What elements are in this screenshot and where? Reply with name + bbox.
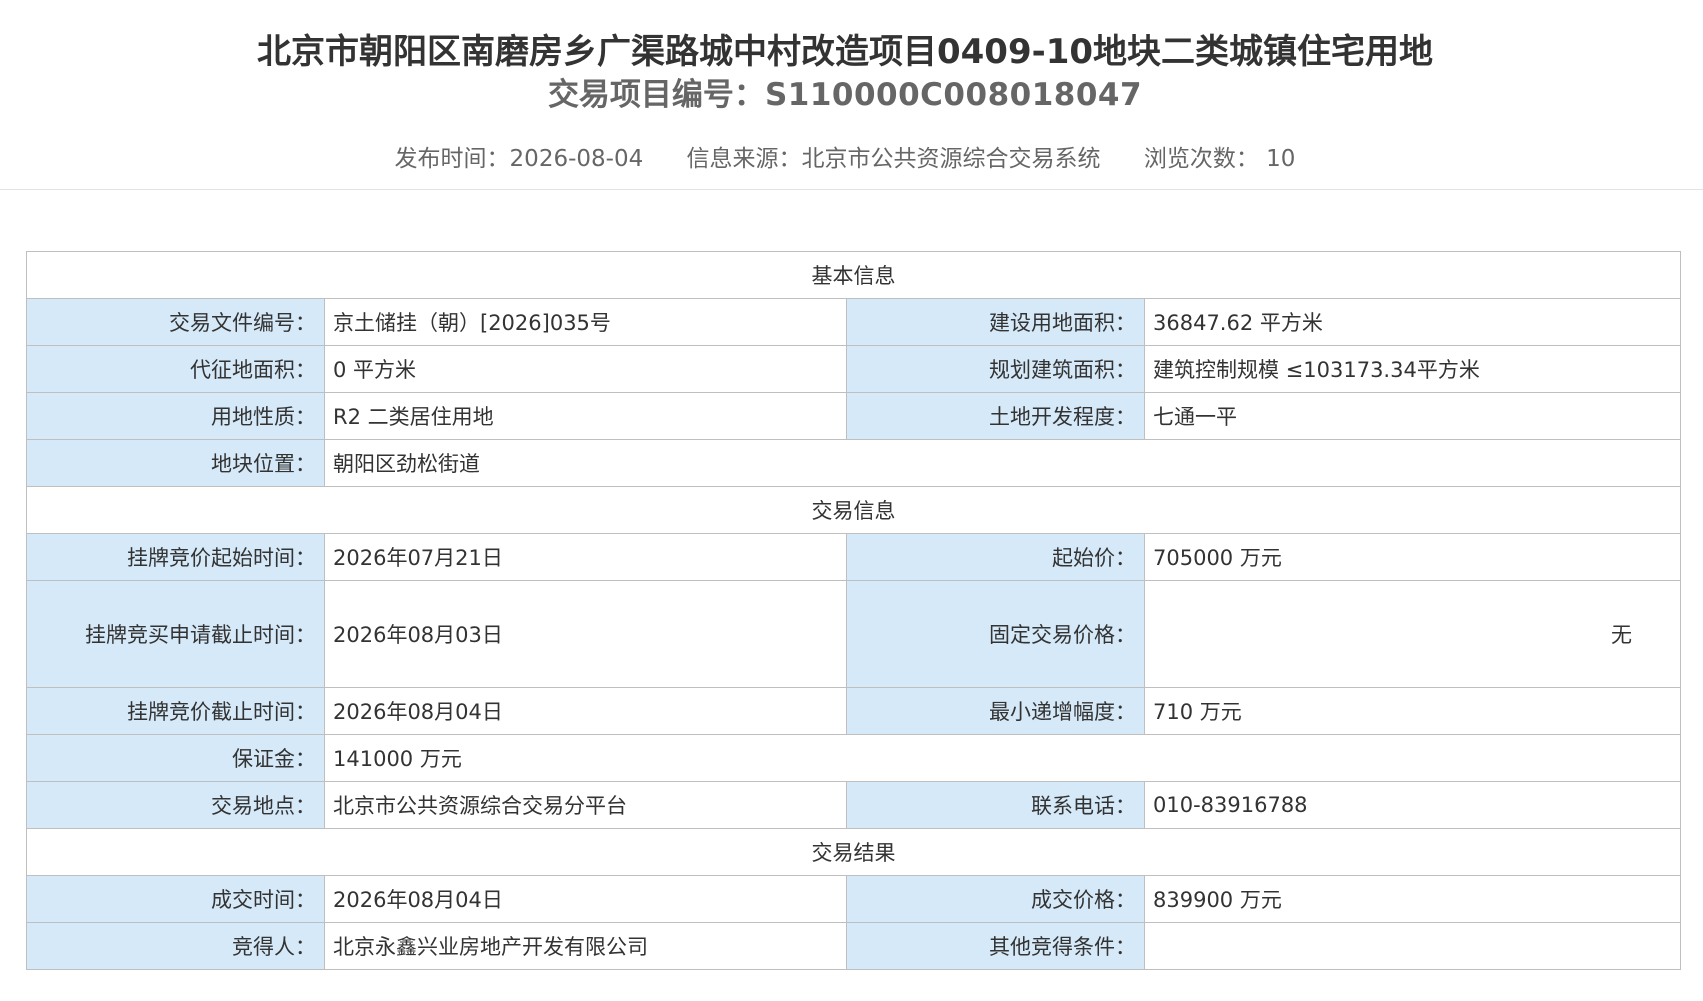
views-count: 10 [1266,146,1296,172]
section-row-result: 交易结果 [26,828,1681,876]
plan-area-label: 规划建筑面积： [846,345,1145,393]
table-row: 保证金： 141000 万元 [26,734,1681,782]
bid-start-value: 2026年07月21日 [324,533,847,581]
bid-start-label: 挂牌竞价起始时间： [26,533,325,581]
proxy-area-value: 0 平方米 [324,345,847,393]
section-header-basic: 基本信息 [26,251,1681,299]
land-use-label: 用地性质： [26,392,325,440]
publish-info: 发布时间：2026-08-04 [395,142,644,176]
min-increment-label: 最小递增幅度： [846,687,1145,735]
fixed-price-value: 无 [1144,580,1681,688]
deal-time-value: 2026年08月04日 [324,875,847,923]
page-title: 北京市朝阳区南磨房乡广渠路城中村改造项目0409-10地块二类城镇住宅用地 [256,32,1434,72]
land-use-value: R2 二类居住用地 [324,392,847,440]
bid-end-value: 2026年08月04日 [324,687,847,735]
deposit-label: 保证金： [26,734,325,782]
venue-label: 交易地点： [26,781,325,829]
dev-level-value: 七通一平 [1144,392,1681,440]
views-label: 浏览次数： [1143,146,1259,172]
publish-label: 发布时间： [394,146,510,172]
publish-date: 2026-08-04 [509,146,644,172]
project-code-label: 交易项目编号： [547,77,765,113]
table-row: 竞得人： 北京永鑫兴业房地产开发有限公司 其他竞得条件： [26,922,1681,970]
location-value: 朝阳区劲松街道 [324,439,1681,487]
land-area-label: 建设用地面积： [846,298,1145,346]
venue-value: 北京市公共资源综合交易分平台 [324,781,847,829]
bid-end-label: 挂牌竞价截止时间： [26,687,325,735]
table-row: 用地性质： R2 二类居住用地 土地开发程度： 七通一平 [26,392,1681,440]
location-label: 地块位置： [26,439,325,487]
other-conditions-value [1144,922,1681,970]
doc-no-label: 交易文件编号： [26,298,325,346]
deal-price-value: 839900 万元 [1144,875,1681,923]
proxy-area-label: 代征地面积： [26,345,325,393]
plan-area-value: 建筑控制规模 ≤103173.34平方米 [1144,345,1681,393]
table-row: 挂牌竞价截止时间： 2026年08月04日 最小递增幅度： 710 万元 [26,687,1681,735]
table-row: 交易文件编号： 京土储挂（朝）[2026]035号 建设用地面积： 36847.… [26,298,1681,346]
deal-time-label: 成交时间： [26,875,325,923]
land-area-value: 36847.62 平方米 [1144,298,1681,346]
section-header-result: 交易结果 [26,828,1681,876]
source-value: 北京市公共资源综合交易系统 [801,146,1101,172]
dev-level-label: 土地开发程度： [846,392,1145,440]
phone-value: 010-83916788 [1144,781,1681,829]
meta-line: 发布时间：2026-08-04 信息来源：北京市公共资源综合交易系统 浏览次数：… [0,142,1690,176]
table-row: 成交时间： 2026年08月04日 成交价格： 839900 万元 [26,875,1681,923]
start-price-label: 起始价： [846,533,1145,581]
source-info: 信息来源：北京市公共资源综合交易系统 [687,142,1101,176]
land-info-table: 基本信息 交易文件编号： 京土储挂（朝）[2026]035号 建设用地面积： 3… [26,251,1681,970]
table-row: 交易地点： 北京市公共资源综合交易分平台 联系电话： 010-83916788 [26,781,1681,829]
section-row-basic: 基本信息 [26,251,1681,299]
apply-deadline-value: 2026年08月03日 [324,580,847,688]
phone-label: 联系电话： [846,781,1145,829]
table-row: 挂牌竞价起始时间： 2026年07月21日 起始价： 705000 万元 [26,533,1681,581]
min-increment-value: 710 万元 [1144,687,1681,735]
apply-deadline-label: 挂牌竞买申请截止时间： [26,580,325,688]
fixed-price-label: 固定交易价格： [846,580,1145,688]
section-header-trade: 交易信息 [26,486,1681,534]
table-row: 地块位置： 朝阳区劲松街道 [26,439,1681,487]
table-row: 挂牌竞买申请截止时间： 2026年08月03日 固定交易价格： 无 [26,580,1681,688]
deposit-value: 141000 万元 [324,734,1681,782]
winner-label: 竞得人： [26,922,325,970]
views-info: 浏览次数： 10 [1144,142,1296,176]
doc-no-value: 京土储挂（朝）[2026]035号 [324,298,847,346]
other-conditions-label: 其他竞得条件： [846,922,1145,970]
project-code: S110000C008018047 [764,77,1143,113]
winner-value: 北京永鑫兴业房地产开发有限公司 [324,922,847,970]
table-row: 代征地面积： 0 平方米 规划建筑面积： 建筑控制规模 ≤103173.34平方… [26,345,1681,393]
section-row-trade: 交易信息 [26,486,1681,534]
start-price-value: 705000 万元 [1144,533,1681,581]
deal-price-label: 成交价格： [846,875,1145,923]
project-code-line: 交易项目编号：S110000C008018047 [0,72,1690,118]
source-label: 信息来源： [686,146,802,172]
header-divider [0,189,1703,190]
